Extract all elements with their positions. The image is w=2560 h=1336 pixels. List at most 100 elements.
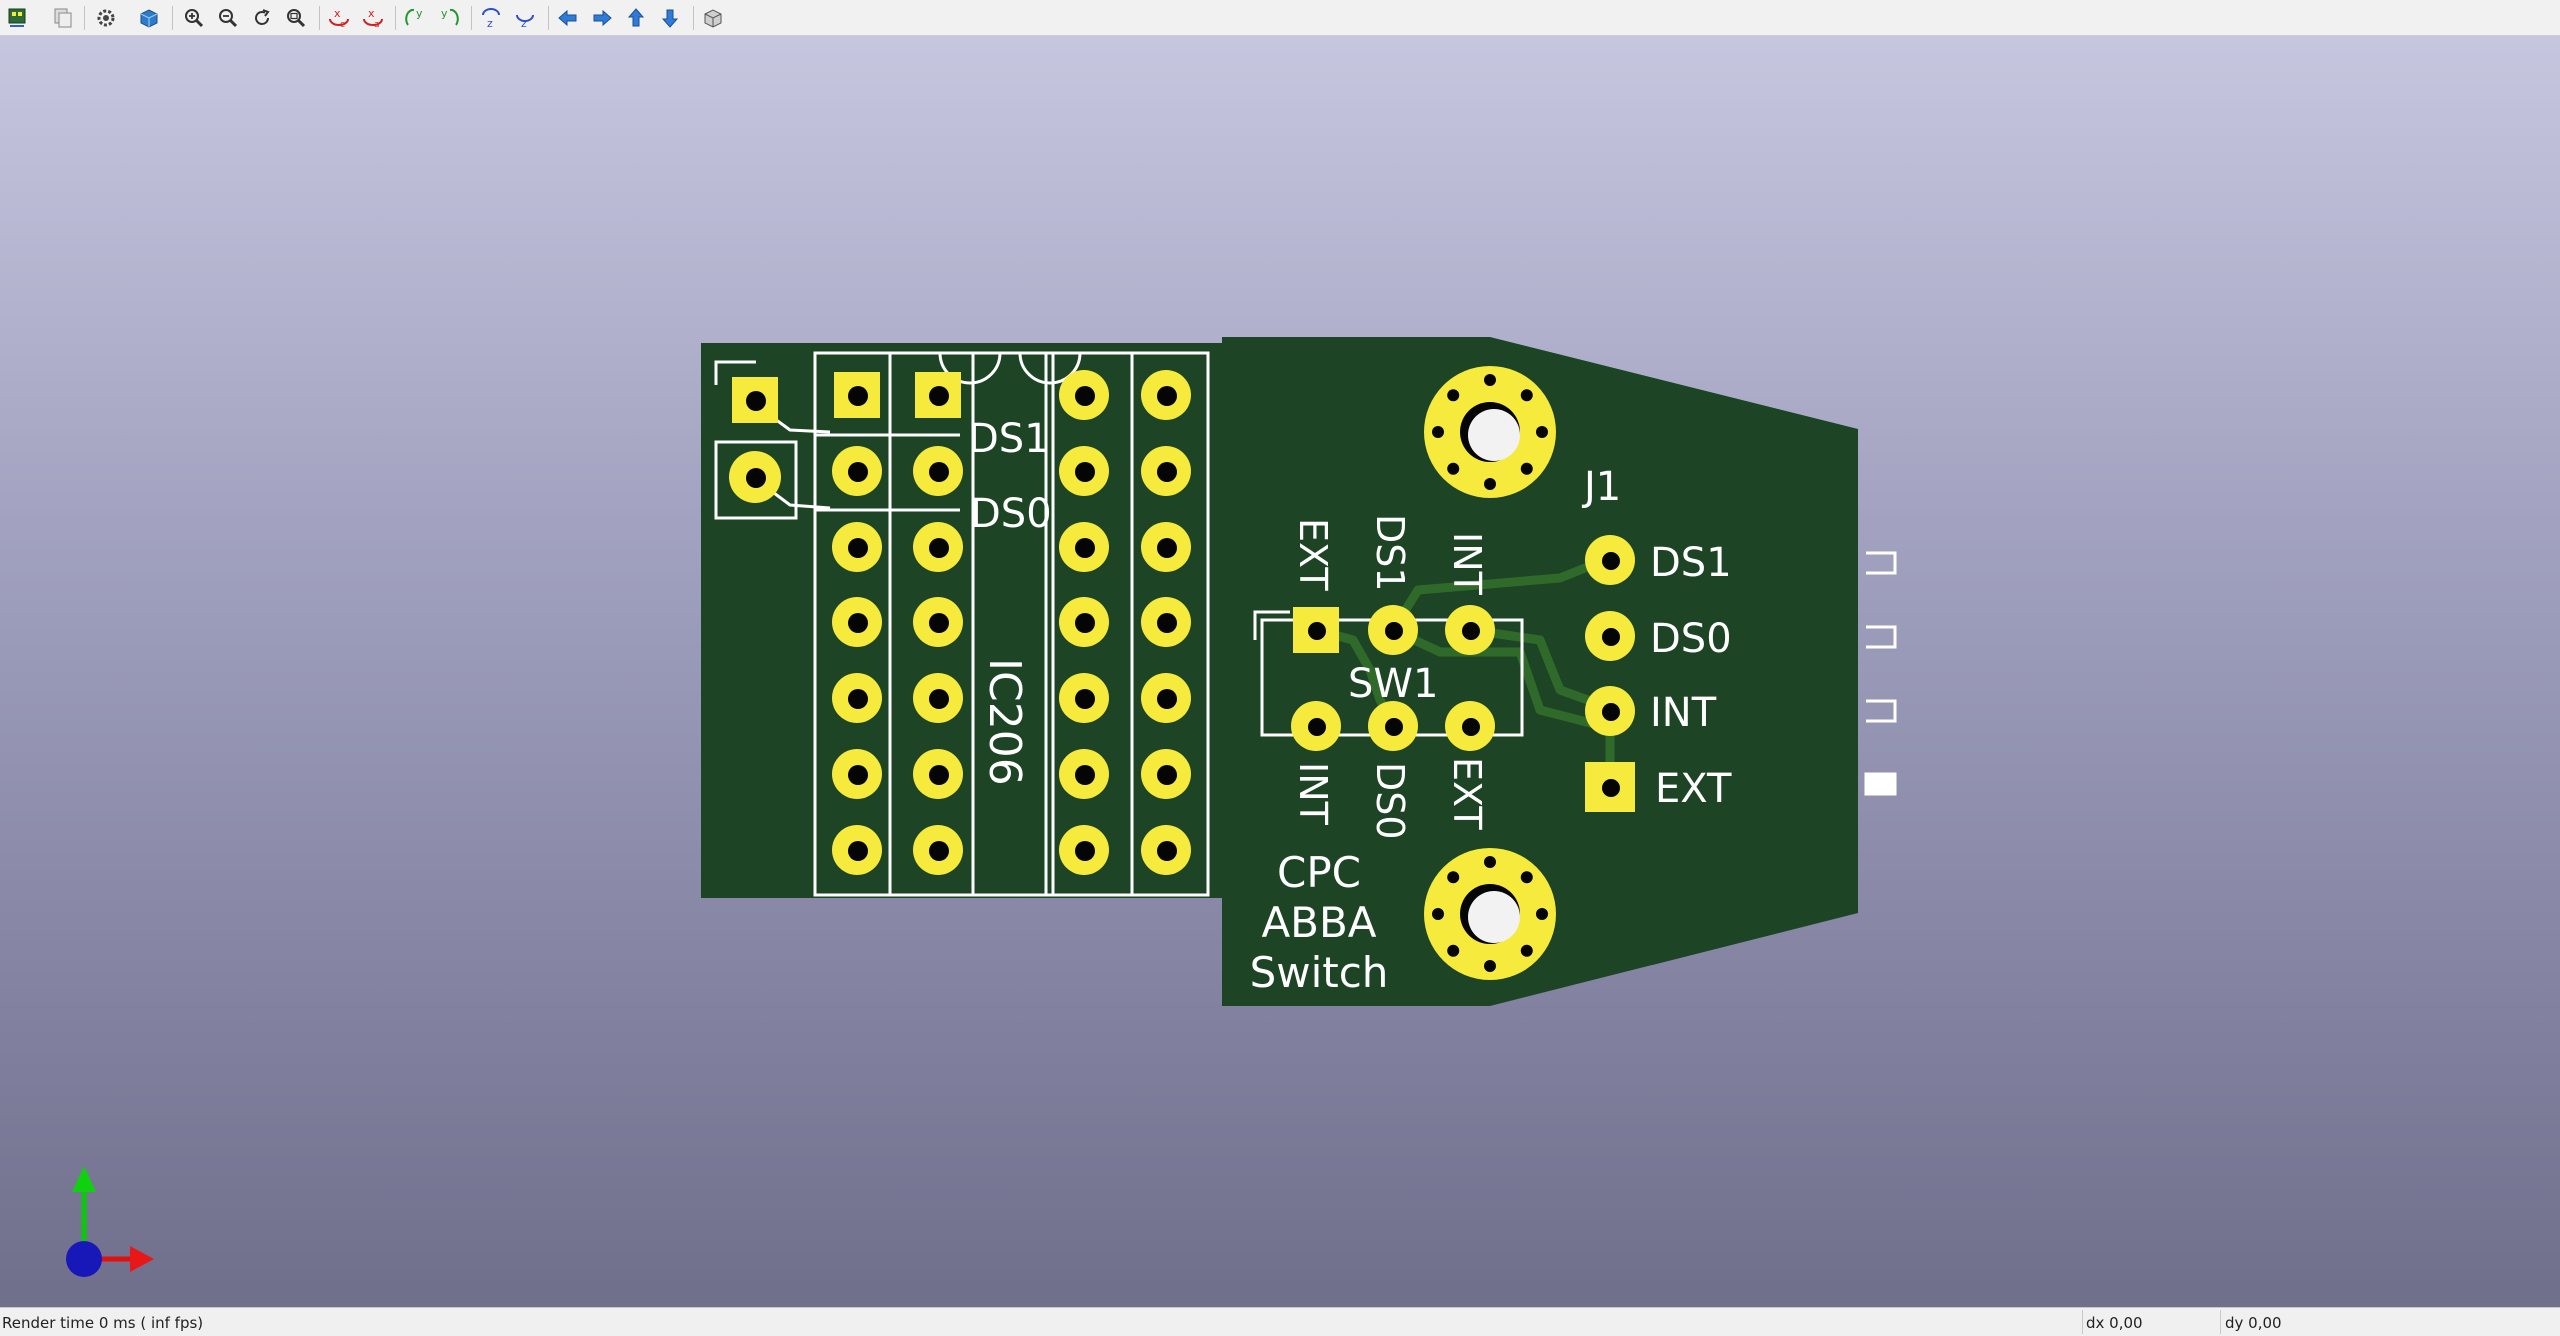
- 3d-viewport[interactable]: DS1 DS0 IC206 J1 SW1 DS1 DS0 INT EXT EXT…: [0, 36, 2560, 1307]
- pad-hole: [929, 538, 949, 558]
- sw-top-label-ext: EXT: [1291, 518, 1335, 591]
- mounting-hole-via: [1447, 389, 1460, 402]
- svg-text:z: z: [487, 17, 493, 30]
- raytracing-button[interactable]: [134, 3, 164, 33]
- axis-gizmo: [66, 1166, 154, 1277]
- pad-hole: [1075, 538, 1095, 558]
- title-line-2: ABBA: [1261, 898, 1376, 947]
- pad-hole: [929, 613, 949, 633]
- pad-hole: [848, 386, 868, 406]
- render-time-text: Render time 0 ms ( inf fps): [2, 1314, 204, 1332]
- toolbar: xc xa y y z z: [0, 0, 2560, 36]
- pad-hole: [1157, 462, 1177, 482]
- raytracing-icon: [140, 9, 158, 28]
- pan-up-button[interactable]: [621, 3, 651, 33]
- conn-pin-label-ds0: DS0: [1650, 616, 1732, 662]
- mounting-hole-via: [1536, 908, 1548, 920]
- conn-pin-label-int: INT: [1650, 690, 1717, 736]
- pad-hole: [1075, 841, 1095, 861]
- pad-hole: [746, 391, 766, 411]
- label-ic-ref: IC206: [979, 658, 1030, 786]
- pad-hole: [848, 613, 868, 633]
- axis-x-arrow-icon: [130, 1246, 154, 1272]
- svg-text:y: y: [416, 7, 423, 20]
- pad-hole: [1157, 841, 1177, 861]
- mounting-hole-via: [1484, 856, 1496, 868]
- label-switch-ref: SW1: [1348, 661, 1438, 707]
- rotate-y-cw-button[interactable]: y: [400, 3, 430, 33]
- axis-z-origin-icon: [66, 1241, 102, 1277]
- mounting-hole-via: [1520, 871, 1533, 884]
- pad-hole: [1075, 765, 1095, 785]
- rotate-z-cw-button[interactable]: z: [476, 3, 506, 33]
- mounting-hole-highlight: [1468, 409, 1520, 461]
- pan-down-button[interactable]: [655, 3, 685, 33]
- mounting-hole-via: [1484, 960, 1496, 972]
- pad-hole: [1075, 462, 1095, 482]
- zoom-in-button[interactable]: [179, 3, 209, 33]
- rotate-x-cw-button[interactable]: xc: [324, 3, 354, 33]
- redraw-icon: [255, 9, 270, 25]
- pad-hole: [848, 689, 868, 709]
- orthographic-button[interactable]: [698, 3, 728, 33]
- settings-button[interactable]: [91, 3, 121, 33]
- title-line-1: CPC: [1277, 848, 1361, 897]
- mounting-hole-via: [1447, 462, 1460, 475]
- mounting-hole-via: [1432, 908, 1444, 920]
- pad-hole: [1157, 689, 1177, 709]
- pad-hole: [1157, 538, 1177, 558]
- pan-right-button[interactable]: [587, 3, 617, 33]
- pad-hole: [1075, 386, 1095, 406]
- svg-text:a: a: [374, 20, 380, 30]
- rotate-y-cw-icon: y: [405, 7, 423, 26]
- pad-hole: [1462, 622, 1480, 640]
- rotate-x-ccw-button[interactable]: xa: [358, 3, 388, 33]
- mounting-hole-via: [1484, 374, 1496, 386]
- copy-image-button[interactable]: [48, 3, 78, 33]
- label-ds0: DS0: [970, 491, 1052, 537]
- zoom-in-icon: [185, 9, 204, 28]
- label-ds1: DS1: [968, 416, 1050, 462]
- rotate-x-cw-icon: xc: [329, 7, 349, 30]
- conn-pin-label-ds1: DS1: [1650, 540, 1732, 586]
- rotate-y-ccw-icon: y: [441, 7, 459, 26]
- rotate-z-ccw-button[interactable]: z: [510, 3, 540, 33]
- pad-hole: [929, 841, 949, 861]
- mounting-hole-via: [1447, 871, 1460, 884]
- sw-bottom-label-ext: EXT: [1445, 757, 1489, 830]
- dy-readout: dy 0,00: [2225, 1314, 2282, 1332]
- svg-text:y: y: [441, 7, 448, 20]
- title-line-3: Switch: [1250, 948, 1389, 997]
- pad-hole: [1157, 765, 1177, 785]
- pan-up-icon: [627, 8, 645, 27]
- pad-hole: [848, 462, 868, 482]
- redraw-button[interactable]: [247, 3, 277, 33]
- pad-hole: [848, 538, 868, 558]
- pan-left-button[interactable]: [553, 3, 583, 33]
- mounting-hole-via: [1447, 944, 1460, 957]
- svg-text:x: x: [368, 7, 375, 20]
- svg-text:z: z: [521, 17, 527, 30]
- sw-bottom-label-ds0: DS0: [1368, 762, 1412, 840]
- reload-board-button[interactable]: [3, 3, 33, 33]
- rotate-z-ccw-icon: z: [516, 14, 534, 30]
- pad-hole: [1075, 613, 1095, 633]
- pad-hole: [1075, 689, 1095, 709]
- pad-hole: [746, 468, 766, 488]
- zoom-out-icon: [219, 9, 238, 28]
- connector-pin-ext-tab: [1864, 772, 1897, 796]
- zoom-fit-icon: [287, 9, 306, 28]
- pad-hole: [1308, 622, 1326, 640]
- sw-bottom-label-int: INT: [1291, 762, 1335, 826]
- zoom-fit-button[interactable]: [281, 3, 311, 33]
- pcb-3d-view: DS1 DS0 IC206 J1 SW1 DS1 DS0 INT EXT EXT…: [66, 337, 1897, 1277]
- zoom-out-button[interactable]: [213, 3, 243, 33]
- pad-hole: [1462, 718, 1480, 736]
- pad-hole: [848, 841, 868, 861]
- rotate-y-ccw-button[interactable]: y: [434, 3, 464, 33]
- axis-y-arrow-icon: [72, 1166, 96, 1192]
- pad-hole: [1157, 613, 1177, 633]
- pad-hole: [1602, 628, 1620, 646]
- conn-pin-label-ext: EXT: [1655, 766, 1732, 812]
- pad-hole: [1157, 386, 1177, 406]
